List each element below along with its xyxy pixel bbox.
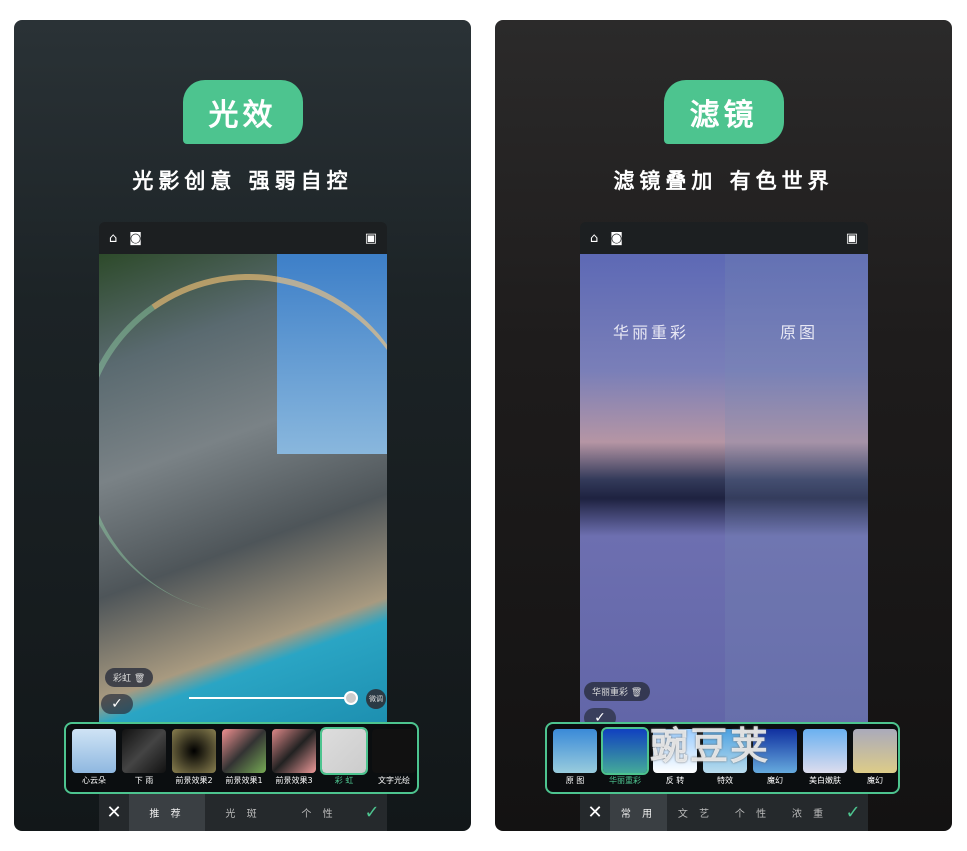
filter-thumb-image xyxy=(553,729,597,773)
tab-personal[interactable]: 个 性 xyxy=(724,793,781,831)
camera-icon[interactable]: ◙ xyxy=(129,231,142,246)
filter-thumb-label: 魔幻 xyxy=(867,776,883,785)
photo-preview: 华丽重彩 原图 xyxy=(580,254,868,724)
home-icon[interactable]: ⌂ xyxy=(590,231,598,246)
filter-thumb-label: 美白嫩肤 xyxy=(809,776,841,785)
effect-thumb[interactable]: 文字光绘 xyxy=(372,729,416,787)
filter-chip[interactable]: 华丽重彩 🗑 xyxy=(584,682,651,701)
close-icon[interactable]: ✕ xyxy=(580,793,610,831)
effect-thumb-label: 下 雨 xyxy=(134,776,154,785)
effect-thumb-image xyxy=(72,729,116,773)
tab-common[interactable]: 常 用 xyxy=(610,793,667,831)
light-effect-panel: 光效 光影创意 强弱自控 ⌂ ◙ ▣ 彩虹 🗑 ✓ 微调 ✕ 推 荐 光 斑 个… xyxy=(14,20,471,831)
compare-label-filtered: 华丽重彩 xyxy=(613,323,690,342)
bottom-tabs: ✕ 推 荐 光 斑 个 性 ✓ xyxy=(99,793,387,831)
watermark-logo: 豌豆荚 xyxy=(650,724,771,768)
effect-thumb[interactable]: 下 雨 xyxy=(122,729,166,787)
effect-thumb-label: 心云朵 xyxy=(82,776,106,785)
confirm-small-button[interactable]: ✓ xyxy=(101,694,133,714)
effect-chip[interactable]: 彩虹 🗑 xyxy=(105,668,154,687)
effect-thumb[interactable]: 心云朵 xyxy=(72,729,116,787)
filter-thumb-label: 魔幻 xyxy=(767,776,783,785)
feature-badge: 光效 xyxy=(182,80,303,144)
effect-thumb-image xyxy=(272,729,316,773)
tab-personal[interactable]: 个 性 xyxy=(281,793,357,831)
effect-thumb-label: 前景效果3 xyxy=(275,776,313,785)
slider-knob[interactable] xyxy=(344,691,358,705)
effect-thumb-image xyxy=(172,729,216,773)
effect-thumb-label: 文字光绘 xyxy=(378,776,410,785)
fine-tune-button[interactable]: 微调 xyxy=(366,689,386,709)
filter-panel: 滤镜 滤镜叠加 有色世界 ⌂ ◙ ▣ 华丽重彩 原图 华丽重彩 🗑 ✓ ✕ 常 … xyxy=(495,20,952,831)
top-toolbar: ⌂ ◙ ▣ xyxy=(99,222,387,254)
effect-thumb-image xyxy=(320,727,368,775)
effect-thumb-label: 前景效果1 xyxy=(225,776,263,785)
tab-recommended[interactable]: 推 荐 xyxy=(129,793,205,831)
feature-badge: 滤镜 xyxy=(663,80,784,144)
filter-thumb-image xyxy=(803,729,847,773)
bottom-tabs: ✕ 常 用 文 艺 个 性 浓 重 ✓ xyxy=(580,793,868,831)
feature-subtitle: 滤镜叠加 有色世界 xyxy=(613,169,834,193)
effect-thumb[interactable]: 彩 虹 xyxy=(320,727,368,787)
filter-thumb[interactable]: 原 图 xyxy=(553,729,597,787)
home-icon[interactable]: ⌂ xyxy=(109,231,117,246)
effect-thumb[interactable]: 前景效果3 xyxy=(272,729,316,787)
effect-thumb-image xyxy=(222,729,266,773)
camera-icon[interactable]: ◙ xyxy=(610,231,623,246)
effect-strip: 心云朵 下 雨 前景效果2 前景效果1 前景效果3 彩 虹 文字光绘 xyxy=(64,722,419,794)
filter-thumb-image xyxy=(853,729,897,773)
filter-thumb[interactable]: 华丽重彩 xyxy=(601,727,649,787)
check-icon[interactable]: ✓ xyxy=(357,793,387,831)
top-toolbar: ⌂ ◙ ▣ xyxy=(580,222,868,254)
filter-thumb[interactable]: 美白嫩肤 xyxy=(803,729,847,787)
effect-thumb-image xyxy=(372,729,416,773)
filter-thumb-label: 华丽重彩 xyxy=(609,776,641,785)
filter-chip-label: 华丽重彩 xyxy=(592,688,629,698)
effect-chip-label: 彩虹 xyxy=(113,674,132,684)
effect-thumb-label: 彩 虹 xyxy=(334,776,354,785)
filter-thumb-label: 特效 xyxy=(717,776,733,785)
tab-bokeh[interactable]: 光 斑 xyxy=(205,793,281,831)
intensity-slider[interactable] xyxy=(189,697,349,699)
save-icon[interactable]: ▣ xyxy=(846,231,858,246)
filter-thumb-label: 反 转 xyxy=(665,776,685,785)
save-icon[interactable]: ▣ xyxy=(365,231,377,246)
feature-subtitle: 光影创意 强弱自控 xyxy=(132,169,353,193)
photo-preview xyxy=(99,247,387,724)
effect-thumb[interactable]: 前景效果2 xyxy=(172,729,216,787)
filter-thumb-image xyxy=(601,727,649,775)
tab-strong[interactable]: 浓 重 xyxy=(781,793,838,831)
compare-label-original: 原图 xyxy=(780,323,819,342)
filter-thumb[interactable]: 魔幻 xyxy=(853,729,897,787)
filter-thumb-label: 原 图 xyxy=(565,776,585,785)
tab-artistic[interactable]: 文 艺 xyxy=(667,793,724,831)
check-icon[interactable]: ✓ xyxy=(838,793,868,831)
effect-thumb-label: 前景效果2 xyxy=(175,776,213,785)
close-icon[interactable]: ✕ xyxy=(99,793,129,831)
effect-thumb-image xyxy=(122,729,166,773)
effect-thumb[interactable]: 前景效果1 xyxy=(222,729,266,787)
